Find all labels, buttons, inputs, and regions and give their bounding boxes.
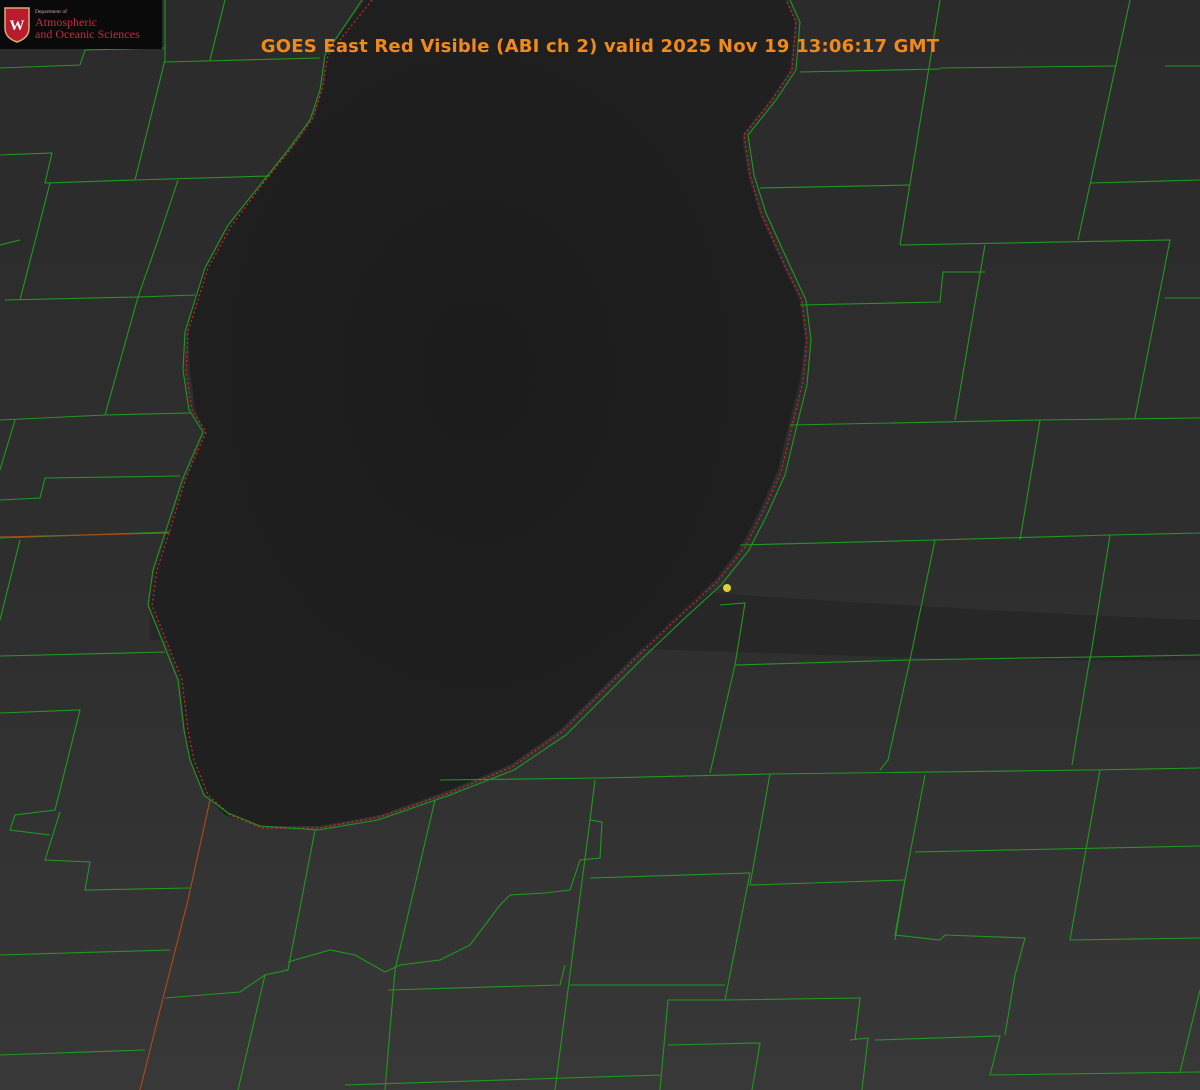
- location-dot-icon: [723, 584, 731, 592]
- aos-logo[interactable]: W Department of Atmospheric and Oceanic …: [0, 0, 162, 49]
- crest-letter: W: [10, 18, 25, 34]
- uw-crest-icon: W: [4, 7, 30, 43]
- satellite-map: [0, 0, 1200, 1090]
- image-title: GOES East Red Visible (ABI ch 2) valid 2…: [260, 36, 940, 57]
- logo-line-2: and Oceanic Sciences: [35, 27, 140, 41]
- satellite-viewer: GOES East Red Visible (ABI ch 2) valid 2…: [0, 0, 1200, 1090]
